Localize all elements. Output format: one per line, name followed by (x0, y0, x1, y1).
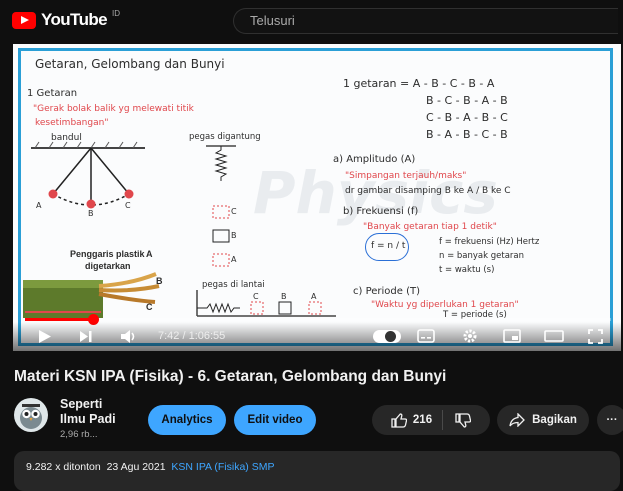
logo-text: YouTube (41, 10, 108, 29)
progress-bar[interactable] (25, 314, 611, 325)
floor-label-a: A (311, 292, 317, 301)
periode-heading: c) Periode (T) (353, 286, 421, 297)
description-box[interactable]: 9.282 x ditonton 23 Agu 2021 KSN IPA (Fi… (14, 451, 620, 491)
f-def-3: t = waktu (s) (439, 265, 495, 275)
analytics-label: Analytics (161, 414, 213, 426)
getaran-seq-2: B - C - B - A - B (426, 94, 508, 107)
share-icon (509, 413, 526, 427)
f-formula: f = n / t (371, 241, 406, 251)
hanging-spring-diagram (206, 145, 236, 267)
spring-label-c: C (231, 207, 237, 216)
ruler-label-c: C (146, 302, 153, 312)
ruler-label-a: A (146, 249, 153, 259)
def-line-2: kesetimbangan" (35, 118, 109, 128)
logo-region: ID (112, 8, 120, 18)
getaran-seq-4: B - A - B - C - B (426, 128, 508, 141)
more-actions-button[interactable]: ··· (597, 405, 623, 435)
channel-avatar[interactable] (14, 398, 48, 432)
subscriber-count: 2,96 rb... (60, 429, 98, 440)
ruler-diagram (23, 272, 160, 318)
def-line-1: "Gerak bolak balik yg melewati titik (33, 104, 194, 114)
video-title: Materi KSN IPA (Fisika) - 6. Getaran, Ge… (14, 368, 447, 385)
pendulum-label-b: B (88, 209, 94, 218)
player-controls: 7:42 / 1:06:55 (13, 322, 621, 351)
theater-mode-icon[interactable] (544, 330, 564, 342)
autoplay-toggle[interactable] (373, 330, 401, 343)
next-icon[interactable] (79, 330, 93, 343)
video-player[interactable]: Physics Getaran, Gelombang dan Bunyi 1 G… (13, 44, 621, 351)
volume-icon[interactable] (120, 329, 138, 344)
youtube-logo[interactable]: YouTube ID (12, 8, 120, 30)
time-display: 7:42 / 1:06:55 (158, 330, 226, 342)
bandul-label: bandul (51, 133, 82, 143)
upload-date: 23 Agu 2021 (106, 461, 166, 473)
miniplayer-icon[interactable] (503, 329, 521, 343)
f-def-2: n = banyak getaran (439, 251, 525, 261)
periode-definition: "Waktu yg diperlukan 1 getaran" (371, 300, 519, 310)
amplitudo-definition: "Simpangan terjauh/maks" (345, 171, 467, 181)
floor-label-b: B (281, 292, 287, 301)
getaran-seq-3: C - B - A - B - C (426, 111, 508, 124)
analytics-button[interactable]: Analytics (148, 405, 226, 435)
amplitudo-note: dr gambar disamping B ke A / B ke C (345, 186, 511, 196)
more-actions-icon: ··· (606, 414, 618, 426)
pendulum-diagram (31, 141, 145, 209)
like-dislike-group: 216 (372, 405, 490, 435)
pendulum-label-a: A (36, 201, 42, 210)
edit-video-label: Edit video (247, 414, 303, 426)
settings-gear-icon[interactable] (462, 328, 478, 344)
view-count: 9.282 x ditonton (26, 461, 101, 473)
top-bar: YouTube ID Telusuri (0, 0, 623, 40)
ruler-label-b: B (156, 276, 163, 286)
amplitudo-heading: a) Amplitudo (A) (333, 154, 416, 165)
search-input[interactable]: Telusuri (233, 8, 618, 34)
pendulum-label-c: C (125, 201, 131, 210)
f-def-1: f = frekuensi (Hz) Hertz (439, 237, 540, 247)
getaran-seq-1: 1 getaran = A - B - C - B - A (343, 77, 495, 90)
thumbs-up-icon (391, 412, 407, 428)
subtitles-icon[interactable] (417, 329, 435, 343)
share-button[interactable]: Bagikan (497, 405, 589, 435)
board-title: Getaran, Gelombang dan Bunyi (35, 57, 225, 71)
floor-label-c: C (253, 292, 259, 301)
like-button[interactable]: 216 (391, 410, 444, 430)
edit-video-button[interactable]: Edit video (234, 405, 316, 435)
youtube-play-icon (12, 11, 36, 29)
share-label: Bagikan (532, 414, 577, 426)
spring-label-a: A (231, 255, 237, 264)
owl-avatar-icon (20, 404, 42, 429)
play-icon[interactable] (38, 329, 52, 344)
floor-spring-diagram (196, 290, 336, 317)
penggaris-label-1: Penggaris plastik (70, 249, 145, 259)
hashtag-link[interactable]: KSN IPA (Fisika) SMP (171, 461, 274, 473)
like-count: 216 (412, 414, 433, 426)
fullscreen-icon[interactable] (588, 329, 603, 344)
pegas-digantung-label: pegas digantung (189, 132, 261, 142)
frekuensi-heading: b) Frekuensi (f) (343, 206, 419, 217)
thumbs-down-icon (455, 412, 472, 428)
progress-fill (25, 318, 94, 321)
section-getaran: 1 Getaran (27, 88, 78, 99)
description-meta: 9.282 x ditonton 23 Agu 2021 KSN IPA (Fi… (26, 461, 274, 473)
spring-label-b: B (231, 231, 237, 240)
frekuensi-definition: "Banyak getaran tiap 1 detik" (363, 222, 497, 232)
whiteboard-frame: Physics Getaran, Gelombang dan Bunyi 1 G… (13, 44, 621, 351)
dislike-button[interactable] (443, 412, 472, 428)
channel-name[interactable]: Seperti Ilmu Padi (60, 397, 130, 427)
